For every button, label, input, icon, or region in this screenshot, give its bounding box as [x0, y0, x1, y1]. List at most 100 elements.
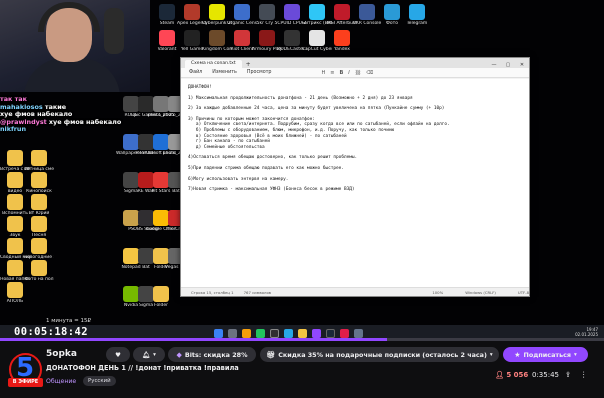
stream-category[interactable]: Общение [46, 378, 76, 385]
menu-file[interactable]: Файл [189, 70, 202, 75]
search-icon[interactable] [228, 329, 237, 338]
channel-name[interactable]: 5opka [46, 349, 77, 359]
more-options-icon[interactable]: ⋮ [580, 370, 588, 379]
maximize-icon[interactable]: ▢ [501, 62, 515, 68]
new-tab-icon[interactable]: + [242, 61, 255, 68]
twitch-icon[interactable] [312, 329, 321, 338]
stream-title: ДОНАТОФОН ДЕНЬ 1 // !донат !приватка !пр… [46, 364, 239, 372]
start-icon[interactable] [214, 329, 223, 338]
app-icon [153, 286, 169, 302]
chrome-icon[interactable] [256, 329, 265, 338]
menu-view[interactable]: Просмотр [247, 70, 272, 75]
follow-button[interactable]: ♥ [106, 347, 130, 362]
folder-icon [7, 150, 23, 166]
desktop-icon[interactable]: АПОЛЬ [0, 282, 30, 304]
folder-icon [31, 238, 47, 254]
list-icon[interactable]: ≡ [330, 70, 334, 76]
app-icon [309, 4, 325, 20]
clear-format-icon[interactable]: ⌫ [366, 70, 373, 76]
desktop-icon-label: Folder [154, 303, 168, 308]
notifications-button[interactable]: 🔔︎ ▾ [133, 347, 165, 362]
desktop-icon[interactable]: новогодние 1 [24, 238, 54, 260]
app-icon [309, 30, 325, 46]
bits-button[interactable]: ◆ Bits: скидка 28% [168, 347, 256, 362]
desktop-icon[interactable]: Песня [24, 216, 54, 238]
desktop-icon[interactable]: Telegram [402, 4, 432, 26]
app-icon [184, 4, 200, 20]
desktop-icon[interactable]: Кинопоиск [24, 172, 54, 194]
chat-message: nikfrun [0, 125, 27, 134]
notepad-tab[interactable]: Схема на conan.txt [185, 60, 242, 68]
desktop-icon[interactable]: Фото на пол [24, 260, 54, 282]
gift-sub-button[interactable]: 🎁︎ Скидка 35% на подарочные подписки (ост… [260, 347, 499, 362]
notepad-text-area[interactable]: ДОНАТФОН! 1) Максимальная продолжительнос… [181, 79, 529, 287]
app-icon [159, 4, 175, 20]
steam-icon[interactable] [326, 329, 335, 338]
twitch-stream-page: так так mahakiosos такие хуе фмов набека… [0, 0, 604, 398]
folder-icon [7, 172, 23, 188]
obs-icon[interactable] [270, 329, 279, 338]
app-icon [159, 30, 175, 46]
line-endings: Windows (CRLF) [465, 289, 496, 295]
settings-icon[interactable] [354, 329, 363, 338]
donathon-timer: 00:05:18:42 [14, 326, 88, 338]
folder-icon [7, 194, 23, 210]
desktop-icon-label: Yandex [334, 47, 350, 52]
folder-icon [7, 282, 23, 298]
app-icon [384, 4, 400, 20]
desktop-icon-label: Telegram [406, 21, 428, 26]
app-icon [359, 4, 375, 20]
app-icon [284, 4, 300, 20]
app-icon [334, 30, 350, 46]
notepad-statusbar: Строка 15, столбец 1 767 символов 100% W… [181, 287, 529, 296]
stream-video[interactable]: так так mahakiosos такие хуе фмов набека… [0, 0, 604, 330]
desktop-icon[interactable]: Folder [146, 286, 176, 308]
text-line: 7)Новая стримка - максимальная УФНЗ (Бон… [188, 187, 355, 193]
italic-icon[interactable]: I [348, 70, 349, 76]
app-icon [234, 30, 250, 46]
folder-icon [31, 260, 47, 276]
yandex-music-icon[interactable] [340, 329, 349, 338]
zoom-level: 100% [432, 289, 444, 295]
explorer-icon[interactable] [242, 329, 251, 338]
desktop-icon-label: АПОЛЬ [6, 299, 24, 304]
bold-icon[interactable]: B [339, 70, 343, 76]
menu-edit[interactable]: Изменить [212, 70, 237, 75]
share-icon[interactable]: ⇪ [565, 370, 571, 379]
app-icon [334, 4, 350, 20]
heart-icon: ♥ [115, 350, 121, 359]
desktop-icon[interactable]: Yandex [327, 30, 357, 52]
close-icon[interactable]: ✕ [515, 62, 529, 68]
app-icon [259, 4, 275, 20]
heading-icon[interactable]: H [321, 70, 325, 76]
stream-info-bar: 5 В ЭФИРЕ 5opka ДОНАТОФОН ДЕНЬ 1 // !дон… [0, 341, 604, 398]
chevron-down-icon: ▾ [153, 351, 156, 358]
live-badge: В ЭФИРЕ [8, 378, 43, 387]
app-icon [234, 4, 250, 20]
microphone [104, 8, 124, 54]
gift-icon: 🎁︎ [266, 350, 276, 359]
app-icon [259, 30, 275, 46]
minimize-icon[interactable]: — [487, 62, 501, 68]
star-icon: ★ [514, 350, 521, 359]
stream-uptime: 0:35:45 [532, 371, 559, 379]
app-icon [209, 30, 225, 46]
folder-icon [7, 260, 23, 276]
folder-icon [7, 216, 23, 232]
app-icon [284, 30, 300, 46]
notepad-tabbar: Схема на conan.txt + — ▢ ✕ [181, 58, 529, 68]
notepad-icon[interactable] [298, 329, 307, 338]
subscribe-button[interactable]: ★ Подписаться ▾ [503, 347, 588, 362]
desktop-icon[interactable]: пятница смена 1 [24, 150, 54, 172]
telegram-icon[interactable] [284, 329, 293, 338]
app-icon [184, 30, 200, 46]
language-tag[interactable]: Русский [83, 376, 116, 386]
system-tray-clock[interactable]: 19:47 02.01.2025 [575, 327, 598, 337]
bell-icon: 🔔︎ [142, 350, 151, 359]
desktop-icon[interactable]: BY Юрий [24, 194, 54, 216]
folder-icon [31, 194, 47, 210]
link-icon[interactable]: ⛓ [355, 70, 361, 76]
stream-chat-overlay: так так mahakiosos такие хуе фмов набека… [0, 95, 121, 134]
app-icon [209, 4, 225, 20]
notepad-window[interactable]: Схема на conan.txt + — ▢ ✕ Файл Изменить… [180, 57, 530, 297]
